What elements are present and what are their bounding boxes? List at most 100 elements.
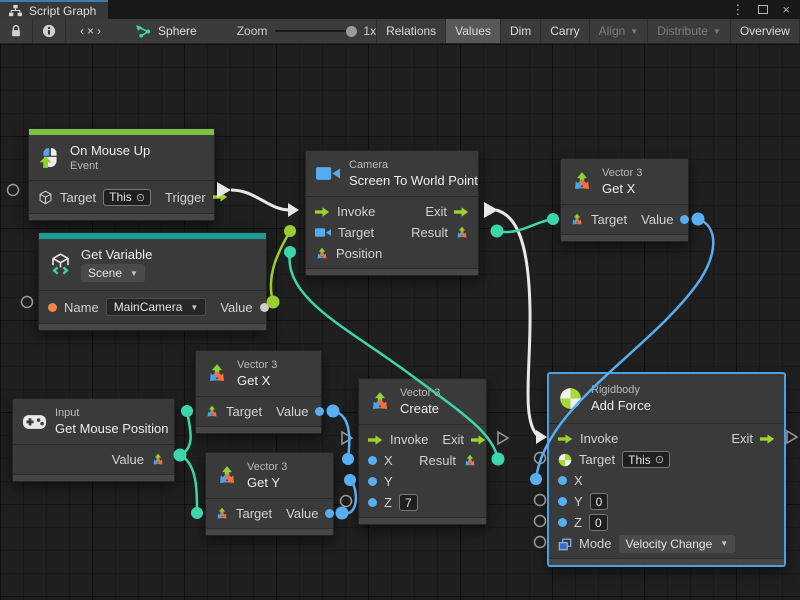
- node-title: Create: [400, 401, 440, 416]
- flow-in-icon[interactable]: [315, 207, 330, 217]
- tab-title: Script Graph: [29, 4, 96, 18]
- x-label: X: [574, 473, 583, 488]
- node-get-x-top[interactable]: Vector 3 Get X Target Value: [560, 158, 689, 242]
- chevron-down-icon: ▼: [130, 269, 138, 278]
- vector3-port-icon[interactable]: [151, 453, 165, 467]
- object-picker-icon[interactable]: ⊙: [655, 453, 664, 466]
- flow-in-icon[interactable]: [558, 434, 573, 444]
- target-trigger-row: Target This ⊙ Trigger: [29, 185, 214, 209]
- invoke-row: Invoke Exit: [306, 201, 478, 222]
- window-maximize-icon[interactable]: [758, 5, 768, 14]
- float-port-icon[interactable]: [368, 498, 377, 507]
- zoom-slider[interactable]: [275, 30, 355, 32]
- float-port-icon[interactable]: [558, 476, 567, 485]
- float-port-icon[interactable]: [558, 518, 567, 527]
- overview-button[interactable]: Overview: [730, 19, 799, 43]
- z-label: Z: [574, 515, 582, 530]
- carry-button[interactable]: Carry: [540, 19, 588, 43]
- chevron-down-icon: ▼: [190, 303, 198, 312]
- z-value-field[interactable]: 0: [589, 514, 608, 531]
- vector3-port-icon[interactable]: [215, 507, 229, 521]
- vector3-icon: [206, 363, 228, 385]
- mode-label: Mode: [579, 536, 612, 551]
- node-get-y[interactable]: Vector 3 Get Y Target Value: [205, 452, 334, 536]
- float-port-icon[interactable]: [558, 497, 567, 506]
- zoom-slider-handle[interactable]: [346, 26, 357, 37]
- info-icon: [42, 24, 56, 38]
- camera-port-icon[interactable]: [315, 227, 331, 238]
- target-row: Target This ⊙: [549, 449, 784, 470]
- flow-out-icon[interactable]: [454, 207, 469, 217]
- x-row: X: [549, 470, 784, 491]
- node-title: Get Y: [247, 475, 287, 490]
- flow-out-icon[interactable]: [760, 434, 775, 444]
- node-footer: [13, 474, 174, 481]
- mode-dropdown[interactable]: Velocity Change ▼: [619, 535, 736, 553]
- mode-row: Mode Velocity Change ▼: [549, 533, 784, 554]
- camera-icon: [316, 165, 340, 182]
- node-get-mouse-position[interactable]: Input Get Mouse Position Value: [12, 398, 175, 482]
- node-subtitle: Event: [70, 160, 150, 172]
- mouse-up-icon: [39, 147, 61, 169]
- vector3-port-icon[interactable]: [463, 454, 477, 468]
- name-value-row: Name MainCamera ▼ Value: [39, 295, 266, 319]
- value-label: Value: [641, 212, 673, 227]
- inspect-button[interactable]: [33, 19, 66, 43]
- node-title: Get Variable: [81, 247, 152, 262]
- y-value-field[interactable]: 0: [590, 493, 609, 510]
- node-get-variable[interactable]: Get Variable Scene ▼ Name MainCamera ▼ V…: [38, 232, 267, 331]
- node-on-mouse-up[interactable]: On Mouse Up Event Target This ⊙ Trigger: [28, 128, 215, 221]
- vector3-port-icon[interactable]: [205, 405, 219, 419]
- relations-button[interactable]: Relations: [376, 19, 445, 43]
- vector3-port-icon[interactable]: [315, 247, 329, 261]
- value-label: Value: [276, 404, 308, 419]
- result-label: Result: [411, 225, 448, 240]
- variable-name-dropdown[interactable]: MainCamera ▼: [106, 298, 207, 316]
- lock-icon: [9, 24, 23, 38]
- value-port-icon[interactable]: [260, 303, 269, 312]
- x-result-row: X Result: [359, 450, 486, 471]
- rigidbody-port-icon[interactable]: [558, 453, 572, 467]
- node-screen-to-world-point[interactable]: Camera Screen To World Point Invoke Exit…: [305, 150, 479, 276]
- object-picker-icon[interactable]: ⊙: [136, 191, 145, 204]
- graph-breadcrumb[interactable]: Sphere: [116, 19, 211, 43]
- float-port-icon[interactable]: [325, 509, 334, 518]
- string-port-icon[interactable]: [48, 303, 57, 312]
- value-row: Value: [13, 449, 174, 470]
- window-close-icon[interactable]: ×: [782, 2, 790, 17]
- node-vector3-create[interactable]: Vector 3 Create Invoke Exit X Result: [358, 378, 487, 525]
- variable-scope-dropdown[interactable]: Scene ▼: [81, 264, 145, 282]
- float-port-icon[interactable]: [368, 456, 377, 465]
- chevron-down-icon: ▼: [720, 539, 728, 548]
- values-button[interactable]: Values: [445, 19, 500, 43]
- position-label: Position: [336, 246, 382, 261]
- node-add-force[interactable]: Rigidbody Add Force Invoke Exit Target T…: [548, 373, 785, 566]
- enum-port-icon[interactable]: [558, 537, 572, 551]
- vector3-icon: [369, 391, 391, 413]
- distribute-button[interactable]: Distribute▼: [647, 19, 730, 43]
- tab-script-graph[interactable]: Script Graph: [0, 0, 108, 19]
- float-port-icon[interactable]: [680, 215, 689, 224]
- toolbar-buttons: Relations Values Dim Carry Align▼ Distri…: [376, 19, 800, 43]
- flow-arrow-icon[interactable]: [213, 192, 228, 202]
- z-value-field[interactable]: 7: [399, 494, 418, 511]
- float-port-icon[interactable]: [368, 477, 377, 486]
- x-label: X: [384, 453, 393, 468]
- vector3-port-icon[interactable]: [455, 226, 469, 240]
- node-get-x-mid[interactable]: Vector 3 Get X Target Value: [195, 350, 322, 434]
- lock-button[interactable]: [0, 19, 33, 43]
- flow-in-icon[interactable]: [368, 435, 383, 445]
- node-footer: [549, 558, 784, 565]
- window-menu-icon[interactable]: ⋮: [731, 2, 744, 18]
- value-label: Value: [286, 506, 318, 521]
- target-label: Target: [591, 212, 627, 227]
- vector3-port-icon[interactable]: [570, 213, 584, 227]
- edit-graph-button[interactable]: ‹ × ›: [66, 19, 116, 43]
- flow-out-icon[interactable]: [471, 435, 486, 445]
- align-button[interactable]: Align▼: [589, 19, 648, 43]
- dim-button[interactable]: Dim: [500, 19, 540, 43]
- y-label: Y: [574, 494, 583, 509]
- invoke-row: Invoke Exit: [549, 428, 784, 449]
- target-value-field[interactable]: This ⊙: [622, 451, 670, 468]
- target-value-field[interactable]: This ⊙: [103, 189, 151, 206]
